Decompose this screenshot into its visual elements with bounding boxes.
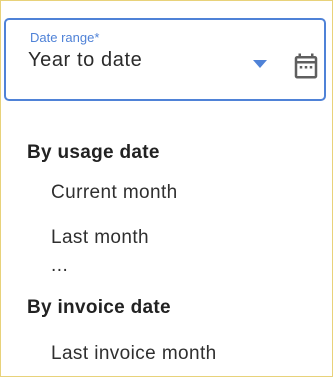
date-range-panel: Date range* Year to date By usage date C… (0, 0, 333, 377)
date-range-value[interactable]: Year to date (28, 49, 142, 72)
calendar-icon[interactable] (291, 50, 321, 82)
menu-item-current-month[interactable]: Current month (51, 182, 178, 204)
date-range-label: Date range* (26, 30, 104, 46)
menu-ellipsis: ... (51, 255, 69, 276)
menu-item-last-month[interactable]: Last month (51, 227, 149, 249)
menu-group-header: By invoice date (27, 297, 171, 318)
menu-item-last-invoice-month[interactable]: Last invoice month (51, 343, 217, 365)
menu-group-header: By usage date (27, 142, 160, 163)
date-range-field[interactable]: Date range* Year to date (4, 18, 326, 101)
chevron-down-icon[interactable] (253, 60, 267, 68)
